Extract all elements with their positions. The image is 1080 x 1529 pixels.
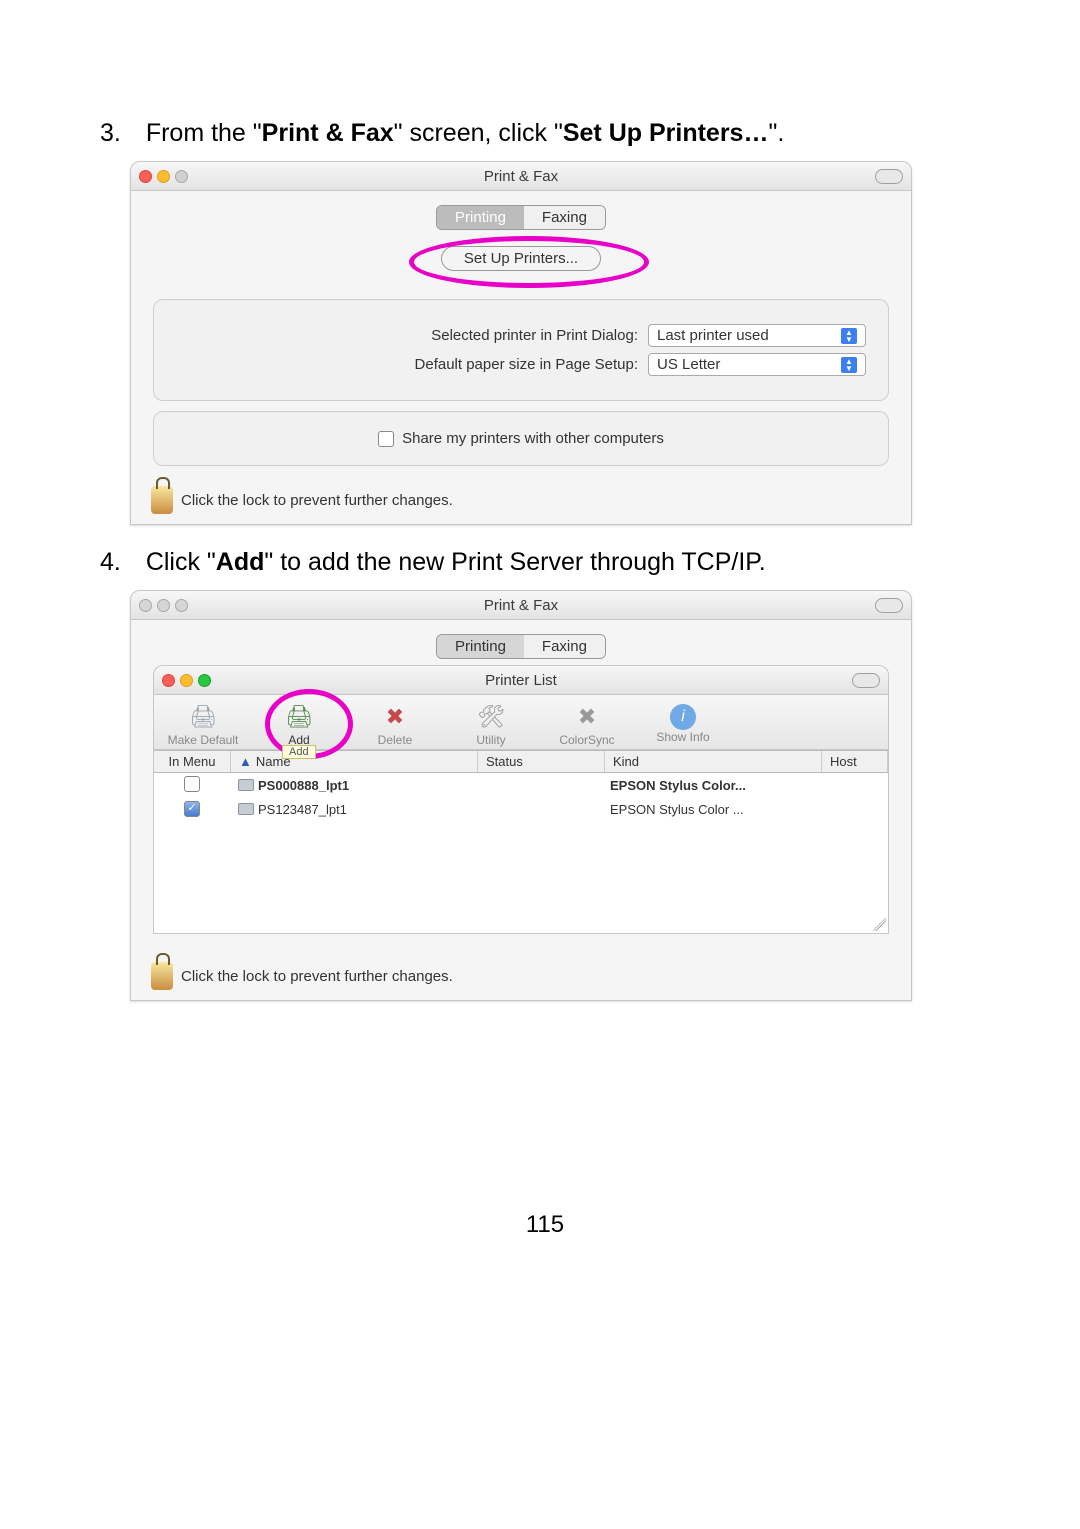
lock-icon[interactable] [151, 486, 173, 514]
utility-button[interactable]: 🛠 Utility [452, 701, 530, 747]
printer-list-toolbar: 🖨 Make Default 🖨 Add Add ✖ Delete 🛠 Uti [154, 695, 888, 750]
make-default-button[interactable]: 🖨 Make Default [164, 701, 242, 747]
tab-faxing[interactable]: Faxing [524, 206, 605, 229]
add-tooltip: Add [282, 745, 316, 759]
dropdown-arrows-icon: ▲▼ [841, 328, 857, 344]
window-title: Printer List [154, 672, 888, 689]
col-kind[interactable]: Kind [605, 751, 822, 772]
share-panel: Share my printers with other computers [153, 411, 889, 466]
instruction-4: 4. Click "Add" to add the new Print Serv… [100, 545, 990, 580]
col-name[interactable]: ▲Name [231, 751, 478, 772]
delete-icon: ✖ [375, 701, 415, 733]
highlight-circle: 🖨 [279, 701, 319, 733]
tab-printing[interactable]: Printing [437, 635, 524, 658]
toolbar-toggle-icon[interactable] [852, 673, 880, 688]
printer-row-icon [238, 779, 254, 791]
sort-asc-icon: ▲ [239, 754, 252, 769]
highlight-circle: Set Up Printers... [441, 246, 601, 271]
delete-button[interactable]: ✖ Delete [356, 701, 434, 747]
tab-switch[interactable]: Printing Faxing [436, 205, 606, 230]
selected-printer-label: Selected printer in Print Dialog: [176, 327, 638, 344]
table-row[interactable]: PS123487_lpt1 EPSON Stylus Color ... [154, 797, 888, 821]
utility-icon: 🛠 [471, 701, 511, 733]
lock-label: Click the lock to prevent further change… [181, 492, 453, 509]
default-paper-label: Default paper size in Page Setup: [176, 356, 638, 373]
printer-row-icon [238, 803, 254, 815]
resize-handle-icon[interactable] [872, 917, 886, 931]
print-fax-window-1: Print & Fax Printing Faxing Set Up Print… [130, 161, 912, 525]
col-in-menu[interactable]: In Menu [154, 751, 231, 772]
in-menu-checkbox[interactable] [184, 776, 200, 792]
col-status[interactable]: Status [478, 751, 605, 772]
col-host[interactable]: Host [822, 751, 888, 772]
set-up-printers-button[interactable]: Set Up Printers... [441, 246, 601, 271]
window-title: Print & Fax [131, 597, 911, 614]
share-checkbox[interactable] [378, 431, 394, 447]
window-title: Print & Fax [131, 168, 911, 185]
tab-faxing[interactable]: Faxing [524, 635, 605, 658]
add-printer-icon: 🖨 [279, 701, 319, 733]
selected-printer-dropdown[interactable]: Last printer used ▲▼ [648, 324, 866, 347]
dropdown-arrows-icon: ▲▼ [841, 357, 857, 373]
in-menu-checkbox[interactable] [184, 801, 200, 817]
add-button[interactable]: 🖨 Add Add [260, 701, 338, 747]
page-number: 115 [100, 1211, 990, 1239]
printer-list-window: Printer List 🖨 Make Default 🖨 Add Add ✖ [153, 665, 889, 934]
print-fax-window-2: Print & Fax Printing Faxing Printer List [130, 590, 912, 1001]
toolbar-toggle-icon[interactable] [875, 169, 903, 184]
colorsync-icon: ✖ [567, 701, 607, 733]
tab-switch[interactable]: Printing Faxing [436, 634, 606, 659]
titlebar: Print & Fax [131, 162, 911, 191]
default-paper-dropdown[interactable]: US Letter ▲▼ [648, 353, 866, 376]
lock-bar: Click the lock to prevent further change… [131, 476, 911, 524]
info-icon: i [670, 704, 696, 730]
toolbar-toggle-icon[interactable] [875, 598, 903, 613]
printer-list-header: In Menu ▲Name Status Kind Host [154, 750, 888, 773]
show-info-button[interactable]: i Show Info [644, 701, 722, 747]
colorsync-button[interactable]: ✖ ColorSync [548, 701, 626, 747]
titlebar: Print & Fax [131, 591, 911, 620]
instruction-3: 3. From the "Print & Fax" screen, click … [100, 116, 990, 151]
printer-list-body: PS000888_lpt1 EPSON Stylus Color... PS12… [154, 773, 888, 933]
tab-printing[interactable]: Printing [437, 206, 524, 229]
share-label: Share my printers with other computers [402, 430, 664, 447]
table-row[interactable]: PS000888_lpt1 EPSON Stylus Color... [154, 773, 888, 797]
lock-label: Click the lock to prevent further change… [181, 968, 453, 985]
lock-icon[interactable] [151, 962, 173, 990]
printer-icon: 🖨 [183, 701, 223, 733]
lock-bar: Click the lock to prevent further change… [131, 952, 911, 1000]
printer-options-panel: Selected printer in Print Dialog: Last p… [153, 299, 889, 401]
